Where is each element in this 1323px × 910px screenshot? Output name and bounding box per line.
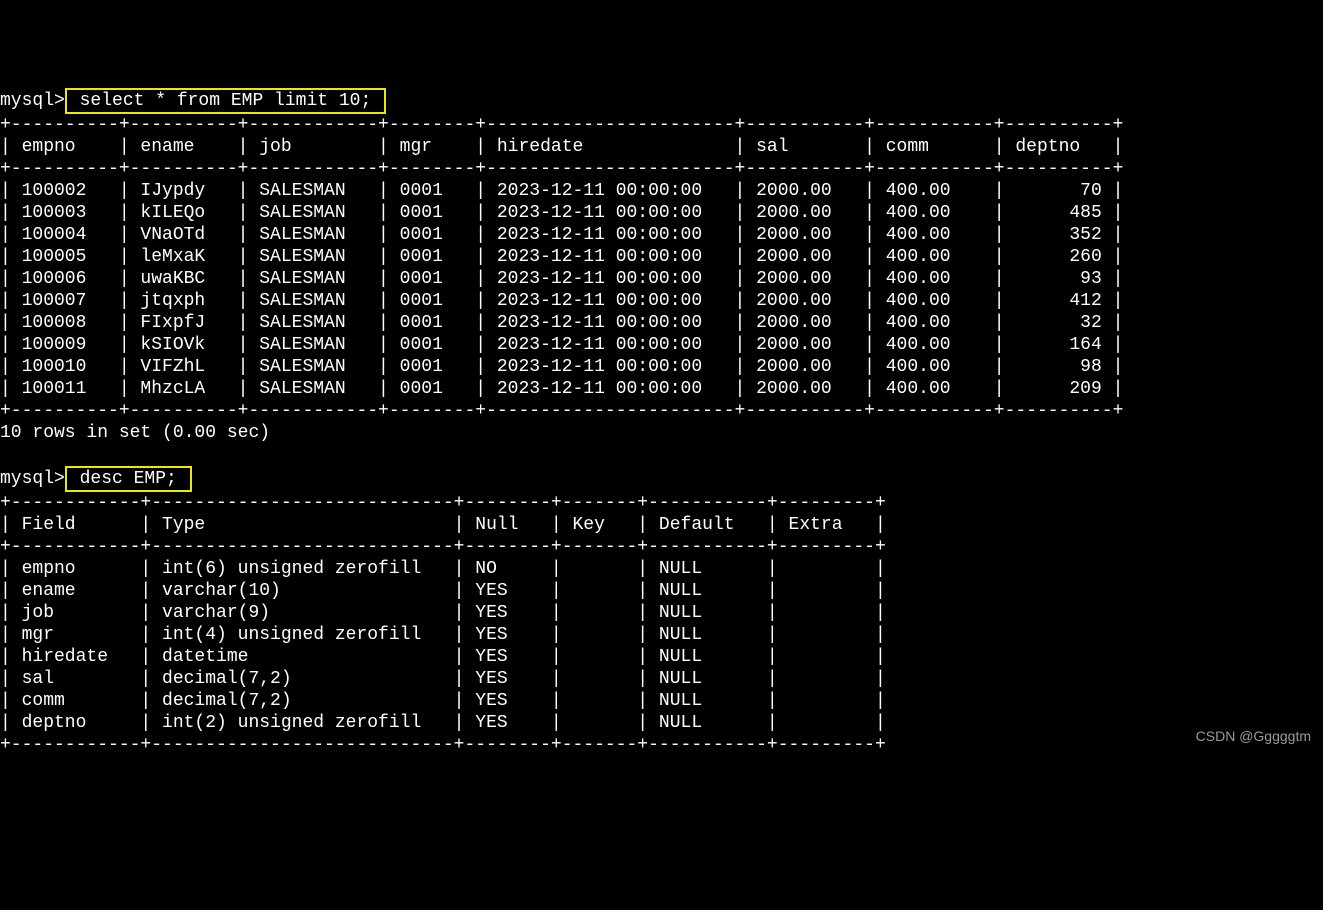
rows-affected-msg: 10 rows in set (0.00 sec) <box>0 423 270 443</box>
mysql-prompt-2: mysql> <box>0 469 65 489</box>
watermark: CSDN @Gggggtm <box>1196 725 1311 747</box>
mysql-prompt-1: mysql> <box>0 91 65 111</box>
query-2-highlighted: desc EMP; <box>65 466 192 492</box>
emp-result-table: +----------+----------+------------+----… <box>0 115 1123 421</box>
terminal[interactable]: mysql> select * from EMP limit 10; +----… <box>0 88 1323 756</box>
query-1-highlighted: select * from EMP limit 10; <box>65 88 386 114</box>
desc-emp-table: +------------+--------------------------… <box>0 493 886 755</box>
